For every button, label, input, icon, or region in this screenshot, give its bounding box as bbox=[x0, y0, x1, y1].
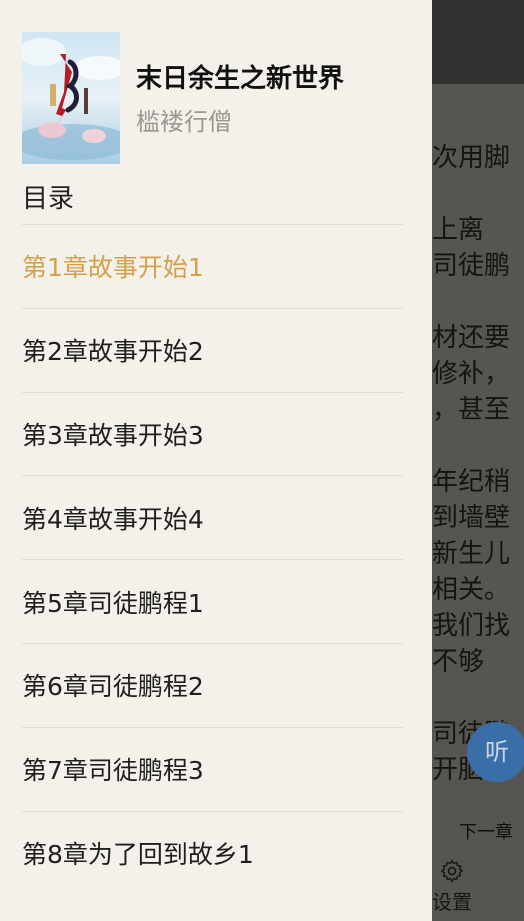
chapter-item[interactable]: 第5章司徒鹏程1 bbox=[22, 559, 403, 643]
toc-drawer: 末日余生之新世界 槛褛行僧 目录 第1章故事开始1 第2章故事开始2 第3章故事开始… bbox=[0, 0, 432, 921]
chapter-item[interactable]: 第1章故事开始1 bbox=[22, 224, 403, 308]
chapter-item[interactable]: 第3章故事开始3 bbox=[22, 391, 403, 476]
listen-button[interactable]: 听 bbox=[467, 722, 524, 782]
chapter-list: 第1章故事开始1 第2章故事开始2 第3章故事开始3 第4章故事开始4 第5章司徒鹏程1… bbox=[22, 224, 403, 894]
book-title: 末日余生之新世界 bbox=[136, 64, 345, 94]
chapter-item[interactable]: 第4章故事开始4 bbox=[22, 475, 403, 559]
chapter-item[interactable]: 第6章司徒鹏程2 bbox=[22, 642, 403, 727]
chapter-item[interactable]: 第8章为了回到故乡1 bbox=[22, 810, 403, 895]
book-cover bbox=[22, 32, 120, 164]
toc-heading: 目录 bbox=[22, 184, 75, 214]
book-author: 槛褛行僧 bbox=[136, 108, 232, 136]
chapter-item[interactable]: 第7章司徒鹏程3 bbox=[22, 726, 403, 811]
chapter-item[interactable]: 第2章故事开始2 bbox=[22, 307, 403, 392]
